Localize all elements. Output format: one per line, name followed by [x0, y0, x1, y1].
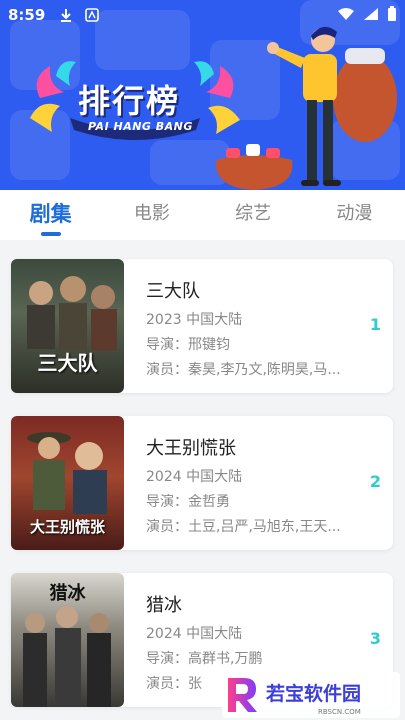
watermark-logo: 若宝软件园 RBSCN.COM [228, 678, 361, 716]
tab-variety[interactable]: 综艺 [203, 190, 304, 240]
item-year-region: 2023 中国大陆 [146, 312, 243, 328]
poster-title: 大王别慌张 [29, 518, 105, 536]
app-icon [85, 8, 100, 22]
tab-label: 综艺 [235, 203, 272, 224]
rank-number: 2 [369, 472, 381, 491]
item-director: 导演：高群书,万鹏 [146, 651, 263, 667]
item-director: 导演：金哲勇 [146, 494, 230, 510]
list-item[interactable]: 三大队 三大队 2023 中国大陆 导演：邢键钧 演员：秦昊,李乃文,陈明昊,马… [11, 259, 393, 393]
item-year-region: 2024 中国大陆 [146, 626, 243, 642]
status-time: 8:59 [8, 6, 46, 24]
watermark: 若宝软件园 RBSCN.COM [222, 672, 400, 718]
category-tabs: 剧集 电影 综艺 动漫 [0, 190, 405, 240]
svg-text:若宝软件园: 若宝软件园 [266, 682, 361, 705]
ranking-list: 三大队 三大队 2023 中国大陆 导演：邢键钧 演员：秦昊,李乃文,陈明昊,马… [0, 240, 405, 720]
item-director: 导演：邢键钧 [146, 337, 230, 353]
tab-label: 电影 [133, 203, 170, 224]
tab-label: 剧集 [29, 202, 72, 226]
tab-drama[interactable]: 剧集 [0, 190, 101, 240]
banner-title: 排行榜 [78, 82, 181, 120]
list-item[interactable]: 大王别慌张 大王别慌张 2024 中国大陆 导演：金哲勇 演员：土豆,吕严,马旭… [11, 416, 393, 550]
tab-movie[interactable]: 电影 [101, 190, 202, 240]
poster-image: 三大队 [11, 259, 124, 393]
tab-anime[interactable]: 动漫 [304, 190, 405, 240]
rank-number: 1 [369, 315, 381, 334]
item-title: 三大队 [146, 281, 200, 302]
svg-text:RBSCN.COM: RBSCN.COM [318, 708, 361, 716]
poster-image: 大王别慌张 [11, 416, 124, 550]
ranking-banner: 8:59 排行榜 PAI HANG BANG [0, 0, 405, 190]
poster-title: 猎冰 [49, 583, 86, 604]
item-title: 大王别慌张 [146, 438, 236, 459]
poster-title: 三大队 [37, 351, 98, 375]
tab-label: 动漫 [336, 203, 373, 224]
banner-subtitle: PAI HANG BANG [88, 120, 193, 133]
item-year-region: 2024 中国大陆 [146, 469, 243, 485]
banner-title-group: 排行榜 PAI HANG BANG [30, 58, 240, 144]
rank-number: 3 [369, 629, 381, 648]
item-cast: 演员：土豆,吕严,马旭东,王天... [146, 519, 341, 535]
poster-image: 猎冰 [11, 573, 124, 707]
download-icon [61, 9, 72, 22]
pot-of-sweets-illustration [215, 144, 293, 190]
active-tab-indicator [40, 232, 61, 236]
item-title: 猎冰 [146, 595, 182, 616]
item-cast: 演员：秦昊,李乃文,陈明昊,马... [146, 362, 341, 378]
